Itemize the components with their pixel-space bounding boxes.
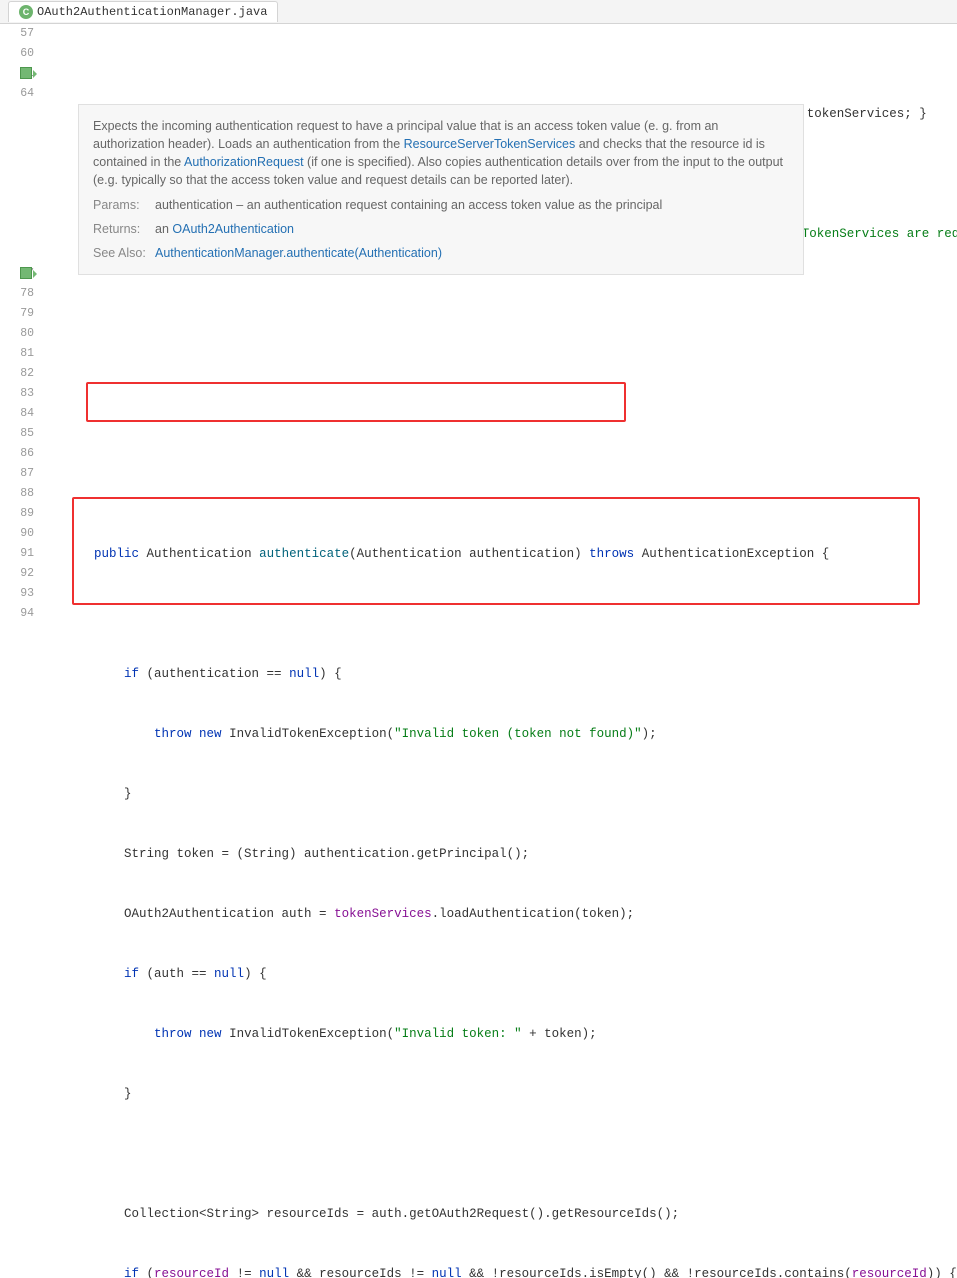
- gutter-line: [0, 204, 34, 224]
- gutter-line: 84: [0, 404, 34, 424]
- gutter-line: 91: [0, 544, 34, 564]
- javadoc-popup: Expects the incoming authentication requ…: [78, 104, 804, 275]
- gutter-line: [0, 184, 34, 204]
- gutter-line: 86: [0, 444, 34, 464]
- code-line-64: [64, 284, 957, 304]
- gutter-line: 57: [0, 24, 34, 44]
- gutter-line: 82: [0, 364, 34, 384]
- tab-filename: OAuth2AuthenticationManager.java: [37, 5, 267, 19]
- code-line-79: if (authentication == null) {: [64, 664, 957, 684]
- gutter-line: [0, 244, 34, 264]
- gutter-line: 78: [0, 284, 34, 304]
- gutter-line: [0, 124, 34, 144]
- code-line-83: OAuth2Authentication auth = tokenService…: [64, 904, 957, 924]
- gutter-line: 93: [0, 584, 34, 604]
- code-line-85: throw new InvalidTokenException("Invalid…: [64, 1024, 957, 1044]
- gutter-line: 88: [0, 484, 34, 504]
- override-gutter-icon[interactable]: [20, 67, 32, 79]
- gutter-line: 83: [0, 384, 34, 404]
- gutter-line: [0, 144, 34, 164]
- doc-link[interactable]: OAuth2Authentication: [172, 222, 294, 236]
- gutter-line: 89: [0, 504, 34, 524]
- gutter-line: 80: [0, 324, 34, 344]
- code-line-84: if (auth == null) {: [64, 964, 957, 984]
- gutter-line: 81: [0, 344, 34, 364]
- gutter-line: 92: [0, 564, 34, 584]
- doc-link[interactable]: AuthorizationRequest: [184, 155, 304, 169]
- code-line-78: [64, 604, 957, 624]
- doc-link[interactable]: AuthenticationManager.authenticate(Authe…: [155, 246, 442, 260]
- gutter-line: 64: [0, 84, 34, 104]
- doc-link[interactable]: ResourceServerTokenServices: [404, 137, 576, 151]
- code-line-89: if (resourceId != null && resourceIds !=…: [64, 1264, 957, 1278]
- code-line-87: [64, 1144, 957, 1164]
- code-line-80: throw new InvalidTokenException("Invalid…: [64, 724, 957, 744]
- gutter-line: 90: [0, 524, 34, 544]
- line-gutter: 57606164 77787980818283848586878889909192…: [0, 24, 52, 639]
- code-line-77: public Authentication authenticate(Authe…: [64, 544, 957, 564]
- code-line-81: }: [64, 784, 957, 804]
- tab-bar: C OAuth2AuthenticationManager.java: [0, 0, 957, 24]
- gutter-line: 60: [0, 44, 34, 64]
- editor-tab[interactable]: C OAuth2AuthenticationManager.java: [8, 1, 278, 22]
- override-gutter-icon[interactable]: [20, 267, 32, 279]
- code-line-82: String token = (String) authentication.g…: [64, 844, 957, 864]
- gutter-line: 61: [0, 64, 34, 84]
- gutter-line: [0, 164, 34, 184]
- code-editor[interactable]: 57606164 77787980818283848586878889909192…: [0, 24, 957, 639]
- gutter-line: 77: [0, 264, 34, 284]
- gutter-line: 94: [0, 604, 34, 624]
- gutter-line: 87: [0, 464, 34, 484]
- gutter-line: [0, 224, 34, 244]
- gutter-line: 85: [0, 424, 34, 444]
- gutter-line: 79: [0, 304, 34, 324]
- java-class-icon: C: [19, 5, 33, 19]
- code-line-88: Collection<String> resourceIds = auth.ge…: [64, 1204, 957, 1224]
- gutter-line: [0, 104, 34, 124]
- code-line-86: }: [64, 1084, 957, 1104]
